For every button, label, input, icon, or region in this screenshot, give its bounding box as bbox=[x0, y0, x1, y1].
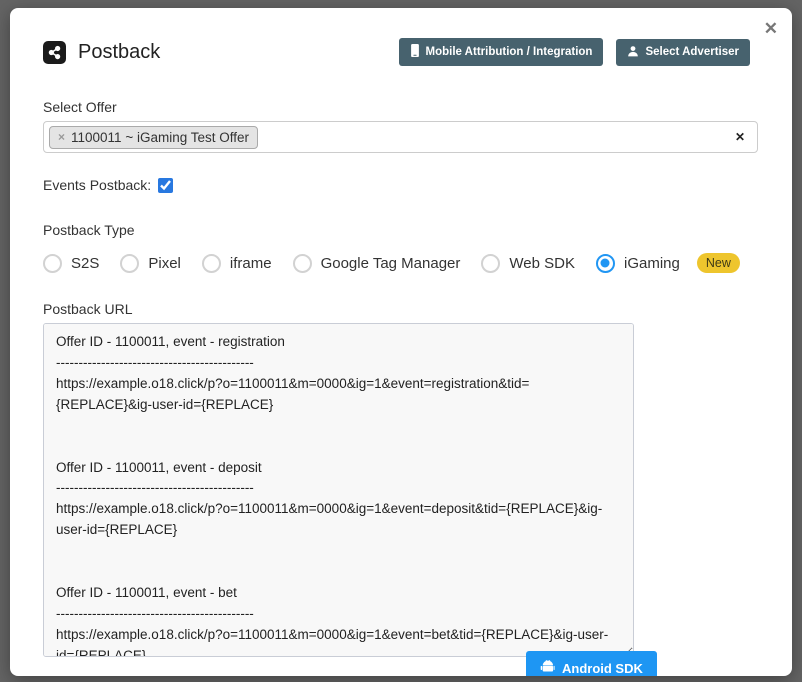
share-icon bbox=[43, 41, 66, 64]
mobile-icon bbox=[410, 44, 420, 60]
events-postback-checkbox[interactable] bbox=[158, 178, 173, 193]
radio-circle-icon[interactable] bbox=[293, 254, 312, 273]
new-badge: New bbox=[697, 253, 740, 273]
select-offer-label: Select Offer bbox=[43, 99, 758, 115]
postback-type-options: S2S Pixel iframe Google Tag Manager Web … bbox=[43, 253, 758, 273]
postback-url-label: Postback URL bbox=[43, 301, 758, 317]
selected-offer-label: 1100011 ~ iGaming Test Offer bbox=[71, 130, 249, 145]
radio-circle-icon[interactable] bbox=[120, 254, 139, 273]
clear-selection-icon[interactable]: ✕ bbox=[735, 130, 745, 144]
radio-label: Web SDK bbox=[509, 255, 575, 272]
radio-circle-icon[interactable] bbox=[202, 254, 221, 273]
mobile-attribution-button[interactable]: Mobile Attribution / Integration bbox=[399, 38, 604, 66]
mobile-attribution-label: Mobile Attribution / Integration bbox=[426, 46, 593, 58]
postback-type-label: Postback Type bbox=[43, 222, 758, 238]
select-advertiser-label: Select Advertiser bbox=[645, 46, 739, 58]
events-postback-row: Events Postback: bbox=[43, 177, 758, 193]
radio-iframe[interactable]: iframe bbox=[202, 254, 272, 273]
android-sdk-button[interactable]: Android SDK bbox=[526, 651, 657, 676]
header-buttons: Mobile Attribution / Integration Select … bbox=[399, 38, 751, 66]
postback-modal: ✕ Postback bbox=[10, 8, 792, 676]
postback-url-textarea[interactable] bbox=[43, 323, 634, 657]
page-title: Postback bbox=[78, 41, 160, 64]
events-postback-label: Events Postback: bbox=[43, 177, 151, 193]
android-icon bbox=[540, 660, 555, 676]
radio-circle-icon[interactable] bbox=[596, 254, 615, 273]
radio-circle-icon[interactable] bbox=[43, 254, 62, 273]
select-advertiser-button[interactable]: Select Advertiser bbox=[616, 39, 750, 66]
radio-label: iGaming bbox=[624, 255, 680, 272]
radio-label: S2S bbox=[71, 255, 99, 272]
selected-offer-tag[interactable]: × 1100011 ~ iGaming Test Offer bbox=[49, 126, 258, 149]
radio-igaming[interactable]: iGaming bbox=[596, 254, 680, 273]
android-sdk-label: Android SDK bbox=[562, 661, 643, 676]
modal-header: Postback Mobile Attribution / Integratio… bbox=[43, 38, 758, 66]
radio-s2s[interactable]: S2S bbox=[43, 254, 99, 273]
advertiser-icon bbox=[627, 45, 639, 60]
radio-label: iframe bbox=[230, 255, 272, 272]
select-offer-input[interactable]: × 1100011 ~ iGaming Test Offer ✕ bbox=[43, 121, 758, 153]
radio-web-sdk[interactable]: Web SDK bbox=[481, 254, 575, 273]
tag-remove-icon[interactable]: × bbox=[58, 130, 65, 144]
radio-google-tag-manager[interactable]: Google Tag Manager bbox=[293, 254, 461, 273]
radio-circle-icon[interactable] bbox=[481, 254, 500, 273]
radio-label: Google Tag Manager bbox=[321, 255, 461, 272]
radio-pixel[interactable]: Pixel bbox=[120, 254, 181, 273]
title-wrap: Postback bbox=[43, 41, 160, 64]
radio-label: Pixel bbox=[148, 255, 181, 272]
close-icon[interactable]: ✕ bbox=[764, 20, 778, 37]
